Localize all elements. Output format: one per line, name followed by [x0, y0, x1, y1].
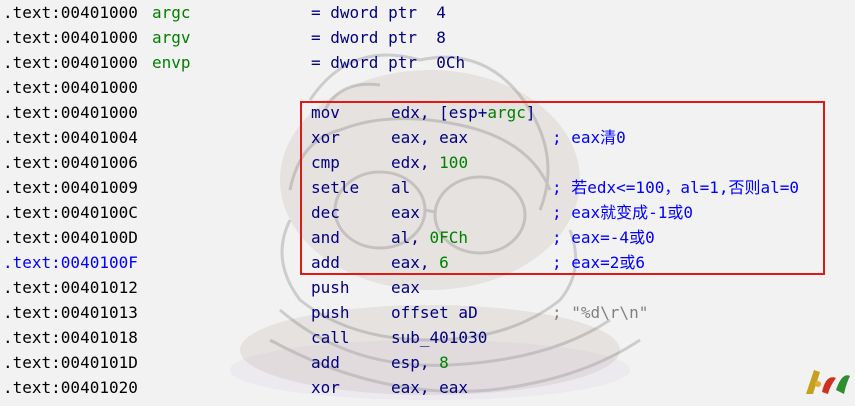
operand-part: eax, eax [391, 378, 469, 397]
operand-part: sub_401030 [391, 328, 488, 347]
instruction-mnemonic[interactable]: add [311, 350, 340, 375]
listing-line[interactable]: .text:00401000 argv = dword ptr 8 [0, 25, 855, 50]
address[interactable]: .text:00401009 [3, 175, 138, 200]
address[interactable]: .text:00401000 [3, 0, 138, 25]
address[interactable]: .text:00401018 [3, 325, 138, 350]
operand-part: offset aD [391, 303, 478, 322]
instruction-operands[interactable]: esp, 8 [391, 350, 449, 375]
variable-definition: = dword ptr 0Ch [311, 53, 466, 72]
variable-definition: = dword ptr 8 [311, 28, 446, 47]
address[interactable]: .text:00401000 [3, 75, 138, 100]
variable-label[interactable]: envp [152, 50, 191, 75]
listing-line[interactable]: .text:00401018 call sub_401030 [0, 325, 855, 350]
address[interactable]: .text:00401013 [3, 300, 138, 325]
listing-line[interactable]: .text:00401000 envp = dword ptr 0Ch [0, 50, 855, 75]
leaf-logo-icon [806, 370, 850, 394]
operand-part: 8 [439, 353, 449, 372]
listing-line[interactable]: .text:0040101D add esp, 8 [0, 350, 855, 375]
comment: ; "%d\r\n" [552, 303, 649, 322]
listing-line[interactable]: .text:00401020 xor eax, eax [0, 375, 855, 400]
listing-line[interactable]: .text:00401000 [0, 75, 855, 100]
address[interactable]: .text:00401000 [3, 50, 138, 75]
instruction-mnemonic[interactable]: push [311, 275, 350, 300]
instruction-operands[interactable]: eax, eax [391, 375, 468, 400]
address[interactable]: .text:0040101D [3, 350, 138, 375]
address[interactable]: .text:00401020 [3, 375, 138, 400]
instruction-operands[interactable]: offset aD [391, 300, 478, 325]
address[interactable]: .text:00401004 [3, 125, 138, 150]
highlight-box [300, 101, 825, 275]
variable-label[interactable]: argc [152, 0, 191, 25]
address[interactable]: .text:0040100F [3, 250, 138, 275]
address[interactable]: .text:00401000 [3, 100, 138, 125]
instruction-operands[interactable]: sub_401030 [391, 325, 487, 350]
listing-line[interactable]: .text:00401013 push offset aD ; "%d\r\n" [0, 300, 855, 325]
instruction-mnemonic[interactable]: xor [311, 375, 340, 400]
address[interactable]: .text:00401006 [3, 150, 138, 175]
operand-part: esp, [391, 353, 440, 372]
variable-label[interactable]: argv [152, 25, 191, 50]
listing-line[interactable]: .text:00401000 argc = dword ptr 4 [0, 0, 855, 25]
listing-line[interactable]: .text:00401012 push eax [0, 275, 855, 300]
address[interactable]: .text:0040100C [3, 200, 138, 225]
address[interactable]: .text:00401012 [3, 275, 138, 300]
operand-part: eax [391, 278, 420, 297]
variable-definition: = dword ptr 4 [311, 3, 446, 22]
address[interactable]: .text:0040100D [3, 225, 138, 250]
address[interactable]: .text:00401000 [3, 25, 138, 50]
instruction-operands[interactable]: eax [391, 275, 420, 300]
instruction-mnemonic[interactable]: push [311, 300, 350, 325]
instruction-mnemonic[interactable]: call [311, 325, 350, 350]
